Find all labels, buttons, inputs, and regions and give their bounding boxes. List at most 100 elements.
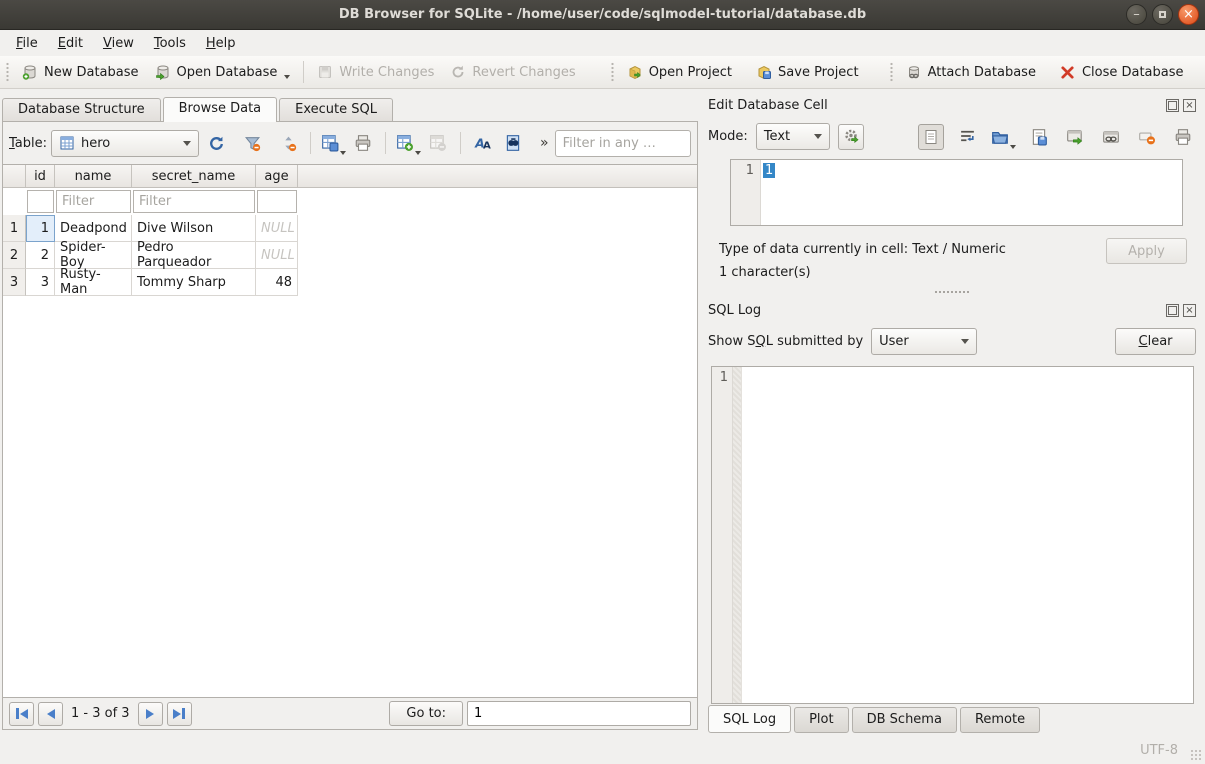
edit-cell-titlebar: Edit Database Cell ×: [708, 95, 1196, 115]
cell-name[interactable]: Rusty-Man: [55, 269, 132, 296]
clear-filters-button[interactable]: [239, 130, 265, 156]
refresh-button[interactable]: [203, 130, 229, 156]
float-panel-icon[interactable]: [1166, 99, 1179, 112]
copy-url-button[interactable]: [1098, 124, 1124, 150]
open-in-external-button[interactable]: [1062, 124, 1088, 150]
sql-log-editor[interactable]: 1: [711, 366, 1194, 704]
sql-log-content[interactable]: [742, 367, 746, 703]
next-page-button[interactable]: [138, 702, 163, 726]
goto-input[interactable]: [467, 701, 691, 726]
cell-secret-name[interactable]: Dive Wilson: [132, 215, 256, 242]
tab-database-structure[interactable]: Database Structure: [2, 98, 161, 121]
toolbar-overflow-button[interactable]: »: [538, 135, 551, 151]
column-header-id[interactable]: id: [26, 165, 55, 187]
cell-editor[interactable]: 1 1: [730, 159, 1183, 226]
toolbar-separator: [310, 132, 311, 154]
table-select[interactable]: hero: [51, 130, 199, 157]
minimize-button[interactable]: –: [1126, 4, 1147, 25]
sql-source-select[interactable]: User: [871, 328, 977, 355]
cell-secret-name[interactable]: Tommy Sharp: [132, 269, 256, 296]
word-wrap-button[interactable]: [954, 124, 980, 150]
float-panel-icon[interactable]: [1166, 304, 1179, 317]
dock-tab-db-schema[interactable]: DB Schema: [852, 707, 957, 733]
close-panel-icon[interactable]: ×: [1183, 99, 1196, 112]
filter-any-column-input[interactable]: [555, 130, 691, 157]
clear-log-button[interactable]: Clear: [1115, 328, 1196, 355]
svg-text:A: A: [483, 141, 491, 152]
row-number[interactable]: 1: [3, 215, 26, 242]
tab-browse-data[interactable]: Browse Data: [163, 97, 278, 122]
panel-splitter[interactable]: [708, 284, 1196, 300]
find-in-table-button[interactable]: [500, 130, 526, 156]
titlebar: DB Browser for SQLite - /home/user/code/…: [0, 0, 1205, 30]
cell-name[interactable]: Spider-Boy: [55, 242, 132, 269]
right-pane: Edit Database Cell × Mode: Text: [700, 89, 1205, 736]
first-page-button[interactable]: [9, 702, 34, 726]
row-number[interactable]: 3: [3, 269, 26, 296]
cell-editor-content[interactable]: 1: [761, 160, 777, 225]
save-table-button[interactable]: [320, 130, 346, 156]
corner-header[interactable]: [3, 165, 26, 187]
column-header-name[interactable]: name: [55, 165, 132, 187]
set-null-button[interactable]: [1134, 124, 1160, 150]
toolbar-grip[interactable]: [889, 62, 895, 82]
show-sql-label: Show SQL submitted by: [708, 334, 863, 349]
cell-id[interactable]: 3: [26, 269, 55, 296]
menu-file[interactable]: File: [6, 33, 48, 54]
open-project-button[interactable]: Open Project: [619, 60, 740, 84]
menubar: File Edit View Tools Help: [0, 30, 1205, 56]
close-button[interactable]: ×: [1178, 4, 1199, 25]
cell-name[interactable]: Deadpond: [55, 215, 132, 242]
clear-sorting-button[interactable]: [275, 130, 301, 156]
new-database-button[interactable]: New Database: [14, 60, 147, 84]
cell-age[interactable]: NULL: [256, 242, 298, 269]
print-cell-button[interactable]: [1170, 124, 1196, 150]
column-header-secret-name[interactable]: secret_name: [132, 165, 256, 187]
menu-tools[interactable]: Tools: [144, 33, 196, 54]
tab-execute-sql[interactable]: Execute SQL: [279, 98, 393, 121]
filter-input-id[interactable]: [27, 190, 54, 213]
cell-age[interactable]: 48: [256, 269, 298, 296]
cell-id[interactable]: 1: [26, 215, 55, 242]
open-database-dropdown-caret: [284, 75, 290, 79]
dock-tab-sql-log[interactable]: SQL Log: [708, 705, 791, 733]
menu-help[interactable]: Help: [196, 33, 246, 54]
chevron-down-icon: [961, 339, 969, 344]
font-settings-button[interactable]: AA: [470, 130, 496, 156]
previous-page-button[interactable]: [38, 702, 63, 726]
cell-secret-name[interactable]: Pedro Parqueador: [132, 242, 256, 269]
sql-log-panel: SQL Log × Show SQL submitted by User Cle…: [708, 300, 1196, 736]
toolbar-grip[interactable]: [610, 62, 616, 82]
clear-sort-icon: [280, 135, 297, 152]
cell-age[interactable]: NULL: [256, 215, 298, 242]
dock-tab-plot[interactable]: Plot: [794, 707, 849, 733]
resize-grip[interactable]: [1190, 749, 1202, 761]
filter-input-secret-name[interactable]: [133, 190, 255, 213]
filter-input-age[interactable]: [257, 190, 297, 213]
print-table-button[interactable]: [350, 130, 376, 156]
dock-tab-remote[interactable]: Remote: [960, 707, 1040, 733]
insert-record-button[interactable]: [395, 130, 421, 156]
goto-button[interactable]: Go to:: [389, 701, 463, 726]
row-number[interactable]: 2: [3, 242, 26, 269]
import-cell-button[interactable]: [990, 124, 1016, 150]
export-cell-button[interactable]: [1026, 124, 1052, 150]
toolbar-grip[interactable]: [5, 62, 11, 82]
save-project-button[interactable]: Save Project: [748, 60, 867, 84]
close-panel-icon[interactable]: ×: [1183, 304, 1196, 317]
last-page-button[interactable]: [167, 702, 192, 726]
close-database-button[interactable]: Close Database: [1052, 60, 1192, 84]
cell-id[interactable]: 2: [26, 242, 55, 269]
menu-view[interactable]: View: [93, 33, 144, 54]
attach-database-button[interactable]: Attach Database: [898, 60, 1044, 84]
mode-select[interactable]: Text: [756, 123, 830, 150]
auto-switch-mode-button[interactable]: [838, 124, 864, 150]
main-tabbar: Database Structure Browse Data Execute S…: [0, 97, 700, 121]
maximize-button[interactable]: [1152, 4, 1173, 25]
gear-icon: [843, 128, 860, 145]
filter-input-name[interactable]: [56, 190, 131, 213]
menu-edit[interactable]: Edit: [48, 33, 93, 54]
open-database-button[interactable]: Open Database: [147, 60, 299, 84]
text-mode-button[interactable]: [918, 124, 944, 150]
column-header-age[interactable]: age: [256, 165, 298, 187]
